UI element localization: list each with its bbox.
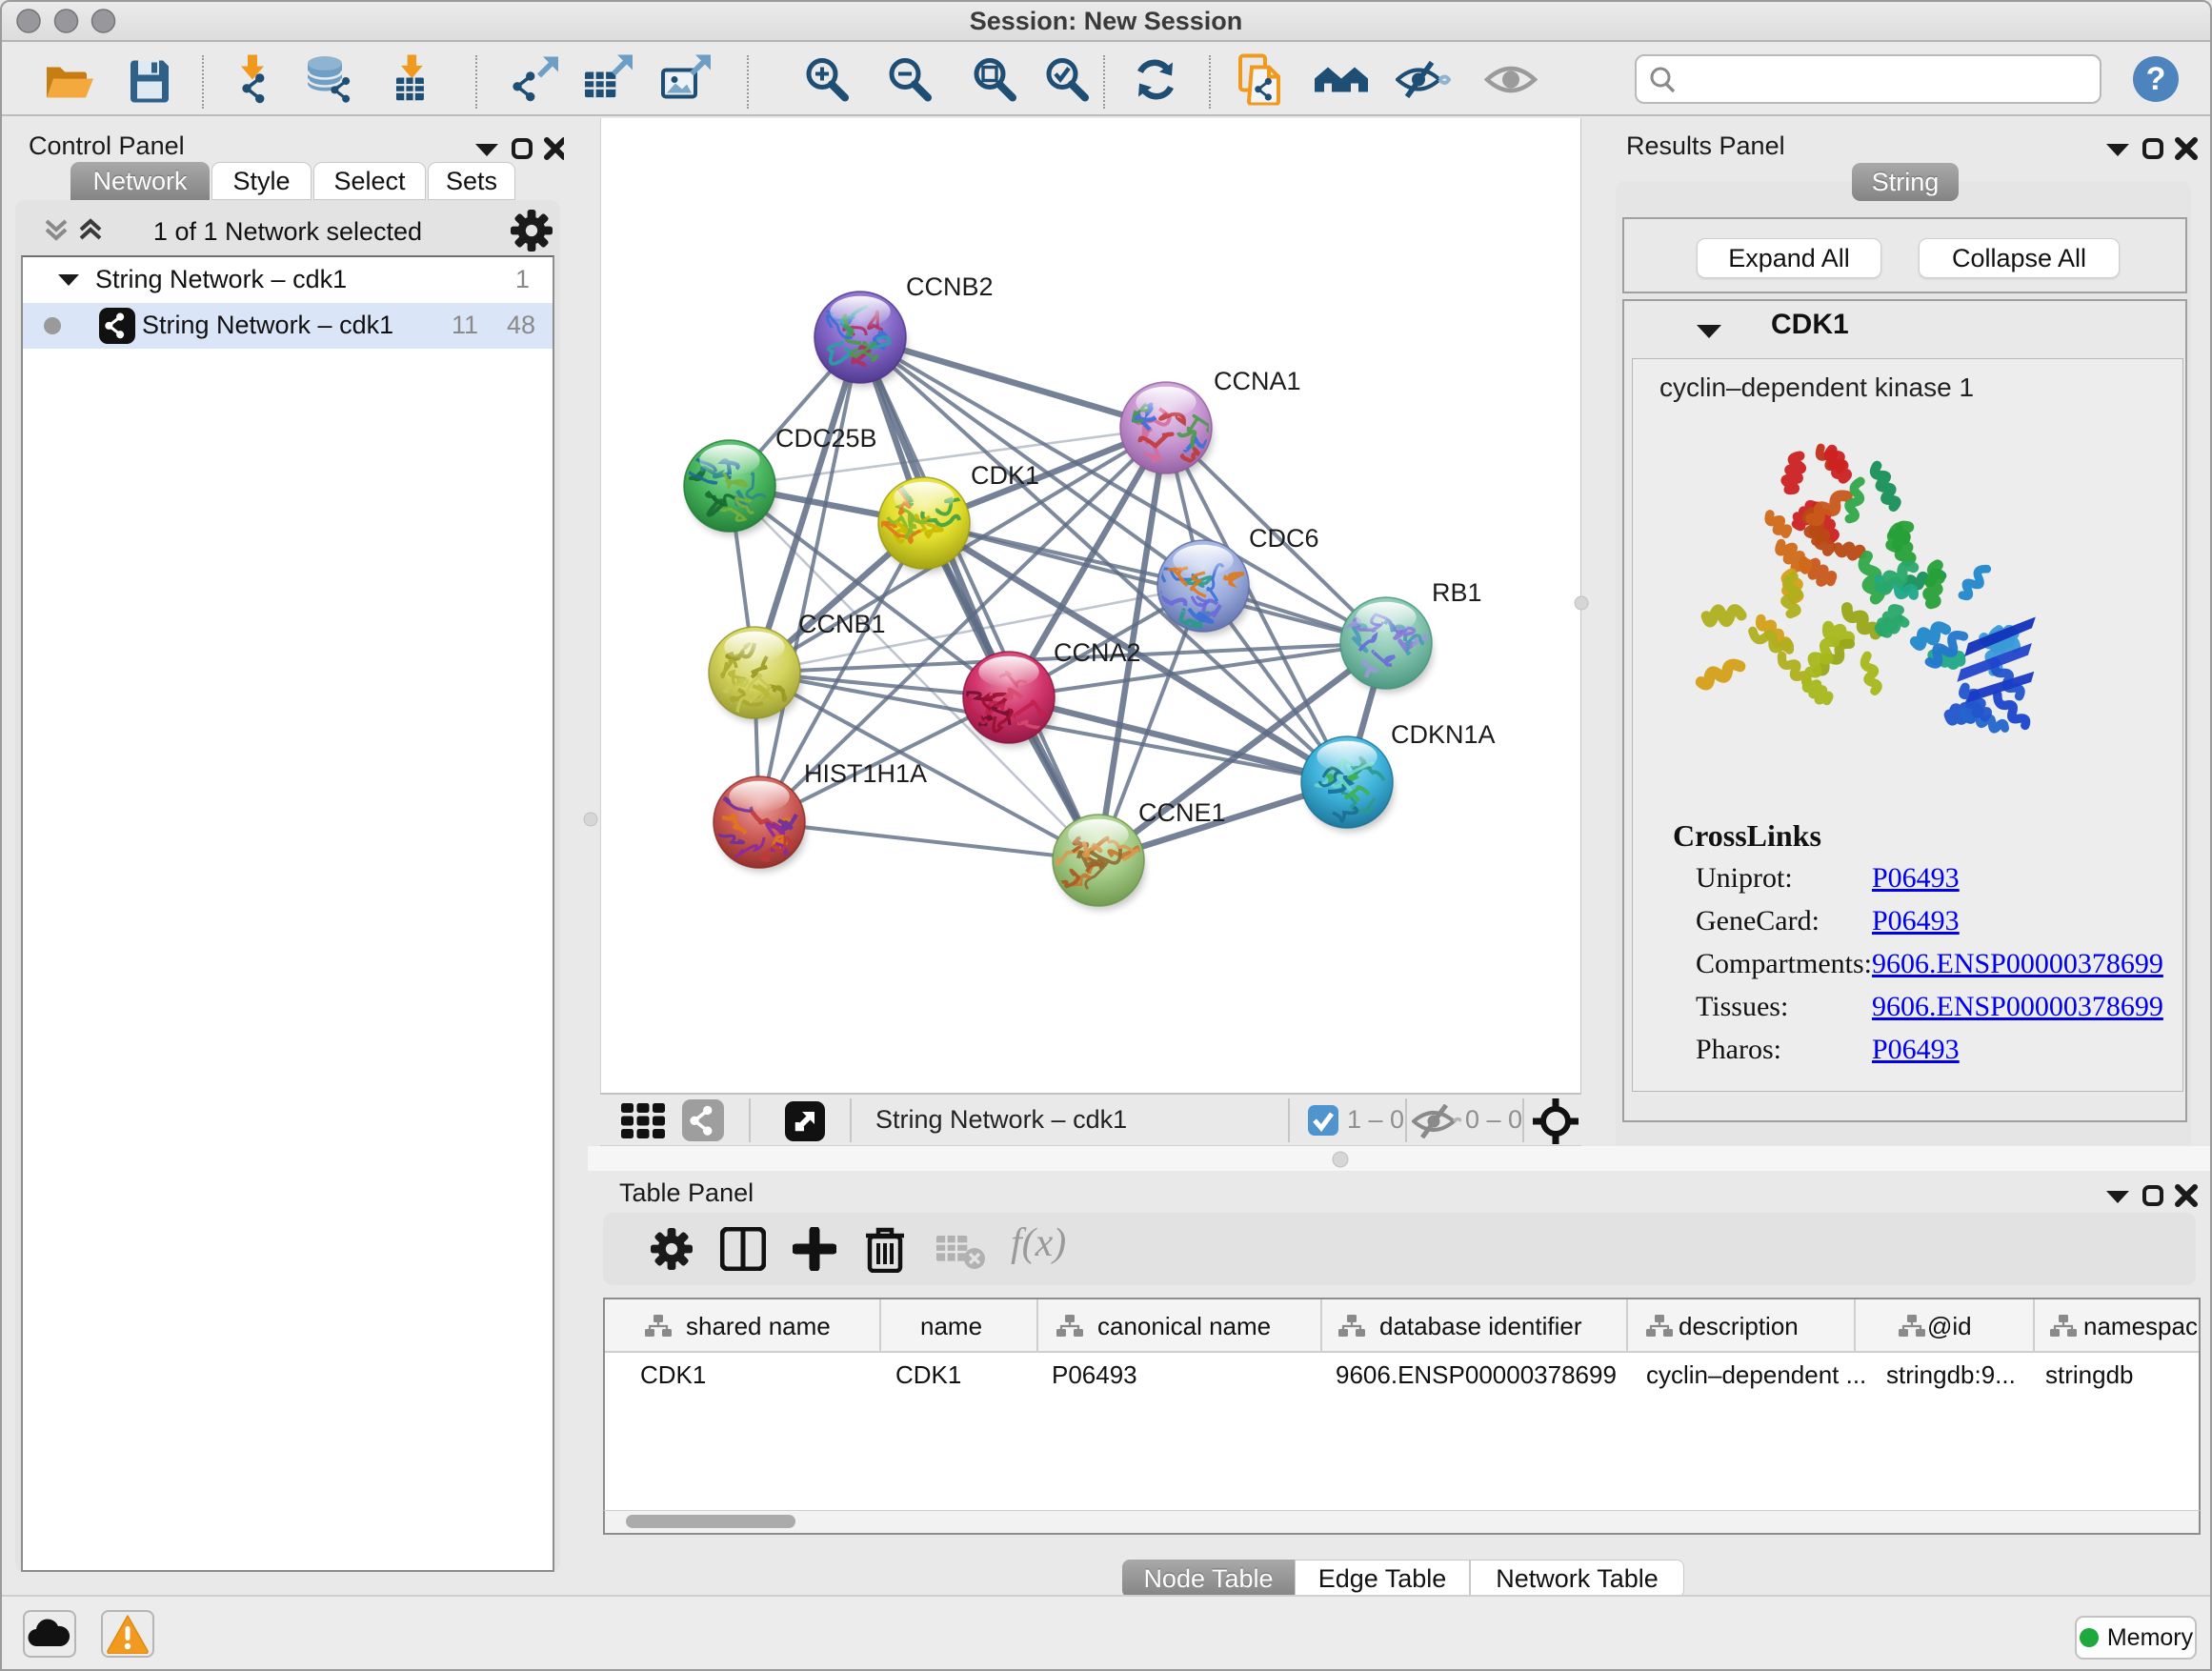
svg-text:CDK1: CDK1 xyxy=(971,461,1039,490)
svg-text:CCNB1: CCNB1 xyxy=(798,610,886,638)
svg-text:CDC25B: CDC25B xyxy=(775,424,877,453)
svg-text:CCNA2: CCNA2 xyxy=(1054,638,1141,667)
svg-text:CCNA1: CCNA1 xyxy=(1214,367,1301,395)
svg-text:CDKN1A: CDKN1A xyxy=(1391,720,1496,749)
svg-text:RB1: RB1 xyxy=(1432,578,1482,607)
svg-text:CDC6: CDC6 xyxy=(1249,524,1319,553)
svg-text:CCNB2: CCNB2 xyxy=(906,272,994,301)
svg-text:CCNE1: CCNE1 xyxy=(1138,798,1226,827)
svg-text:HIST1H1A: HIST1H1A xyxy=(804,759,927,788)
svg-text:?: ? xyxy=(2146,61,2166,97)
